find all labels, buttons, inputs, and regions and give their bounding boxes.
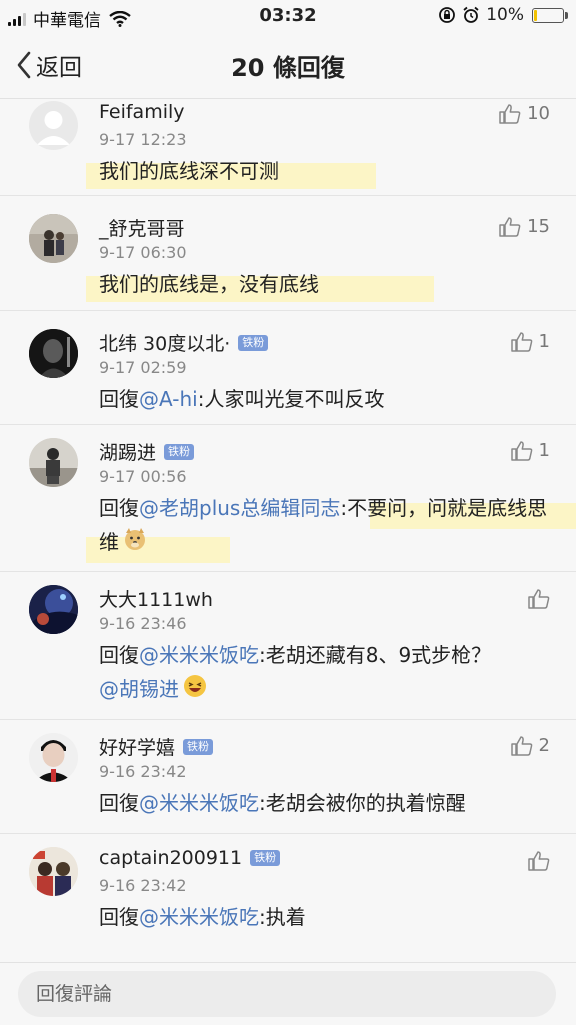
- comment-time: 9-17 02:59: [99, 358, 187, 377]
- fan-badge: 铁粉: [164, 443, 195, 460]
- avatar[interactable]: [29, 438, 78, 487]
- avatar[interactable]: [29, 585, 78, 634]
- comment-item[interactable]: 湖踢进 铁粉 9-17 00:56 1 回復@老胡plus总编辑同志:不要问，问就…: [0, 425, 576, 572]
- like-count: 10: [527, 103, 550, 124]
- doge-emoji-icon: [123, 527, 147, 561]
- comment-time: 9-16 23:46: [99, 614, 187, 633]
- comment-text: 回復@米米米饭吃:老胡还藏有8、9式步枪？ @胡锡进: [99, 638, 549, 708]
- mention-link[interactable]: @A-hi: [139, 387, 198, 411]
- comment-text: 回復@老胡plus总编辑同志:不要问，问就是底线思维: [99, 491, 549, 561]
- mention-link[interactable]: @老胡plus总编辑同志: [139, 496, 340, 520]
- alarm-icon: [463, 6, 479, 23]
- avatar[interactable]: [29, 214, 78, 263]
- comment-author[interactable]: captain200911 铁粉: [99, 847, 281, 869]
- battery-icon: [532, 7, 568, 23]
- comment-author[interactable]: _舒克哥哥: [99, 214, 185, 241]
- battery-percent: 10%: [486, 5, 524, 25]
- reply-input[interactable]: [18, 971, 556, 1017]
- thumbs-up-icon: [528, 589, 550, 609]
- laughing-emoji-icon: [183, 674, 207, 708]
- fan-badge: 铁粉: [238, 334, 269, 351]
- like-button[interactable]: 2: [510, 735, 550, 756]
- comment-time: 9-17 06:30: [99, 243, 187, 262]
- comment-time: 9-16 23:42: [99, 762, 187, 781]
- like-button[interactable]: 1: [510, 331, 550, 352]
- thumbs-up-icon: [499, 103, 521, 124]
- comment-item[interactable]: 大大1111wh 9-16 23:46 回復@米米米饭吃:老胡还藏有8、9式步枪…: [0, 572, 576, 720]
- nav-bar: 返回 20 條回復: [0, 32, 576, 99]
- like-button[interactable]: 10: [499, 103, 550, 124]
- avatar[interactable]: [29, 101, 78, 150]
- comment-author[interactable]: 好好学嬉 铁粉: [99, 733, 214, 760]
- comment-text: 回復@米米米饭吃:老胡会被你的执着惊醒: [99, 791, 466, 815]
- thumbs-up-icon: [510, 331, 532, 352]
- like-count: 1: [538, 331, 550, 352]
- comment-text: 我们的底线是，没有底线: [99, 272, 319, 296]
- like-count: 15: [527, 216, 550, 237]
- comment-item[interactable]: captain200911 铁粉 9-16 23:42 回復@米米米饭吃:执着: [0, 834, 576, 954]
- like-button[interactable]: 15: [499, 216, 550, 237]
- fan-badge: 铁粉: [250, 850, 281, 866]
- reply-bar: [0, 962, 576, 1025]
- comment-author[interactable]: 北纬 30度以北· 铁粉: [99, 329, 269, 356]
- comment-item[interactable]: Feifamily 9-17 12:23 10 我们的底线深不可测: [0, 99, 576, 196]
- thumbs-up-icon: [499, 216, 521, 237]
- comment-text: 回復@A-hi:人家叫光复不叫反攻: [99, 387, 385, 411]
- like-button[interactable]: [528, 589, 550, 609]
- thumbs-up-icon: [510, 735, 532, 756]
- like-count: 1: [538, 440, 550, 461]
- page-title: 20 條回復: [231, 54, 345, 82]
- comment-author[interactable]: 大大1111wh: [99, 585, 213, 612]
- comment-author[interactable]: Feifamily: [99, 101, 185, 123]
- comment-item[interactable]: _舒克哥哥 9-17 06:30 15 我们的底线是，没有底线: [0, 196, 576, 311]
- comment-author[interactable]: 湖踢进 铁粉: [99, 438, 195, 465]
- thumbs-up-icon: [510, 440, 532, 461]
- comment-time: 9-16 23:42: [99, 876, 187, 895]
- fan-badge: 铁粉: [183, 738, 214, 755]
- mention-link[interactable]: @米米米饭吃: [139, 905, 259, 929]
- comment-time: 9-17 00:56: [99, 467, 187, 486]
- like-button[interactable]: [528, 851, 550, 871]
- avatar[interactable]: [29, 733, 78, 782]
- comment-list: Feifamily 9-17 12:23 10 我们的底线深不可测 _舒克哥哥 …: [0, 99, 576, 954]
- mention-link[interactable]: @米米米饭吃: [139, 643, 259, 667]
- thumbs-up-icon: [528, 851, 550, 871]
- comment-text: 我们的底线深不可测: [99, 159, 279, 183]
- comment-item[interactable]: 好好学嬉 铁粉 9-16 23:42 2 回復@米米米饭吃:老胡会被你的执着惊醒: [0, 720, 576, 834]
- comment-time: 9-17 12:23: [99, 130, 187, 149]
- like-button[interactable]: 1: [510, 440, 550, 461]
- comment-item[interactable]: 北纬 30度以北· 铁粉 9-17 02:59 1 回復@A-hi:人家叫光复不叫…: [0, 311, 576, 425]
- status-bar: 中華電信 03:32 10%: [0, 0, 576, 32]
- avatar[interactable]: [29, 329, 78, 378]
- like-count: 2: [538, 735, 550, 756]
- mention-link[interactable]: @米米米饭吃: [139, 791, 259, 815]
- avatar[interactable]: [29, 847, 78, 896]
- rotation-lock-icon: [439, 7, 456, 23]
- mention-link[interactable]: @胡锡进: [99, 677, 179, 701]
- comment-text: 回復@米米米饭吃:执着: [99, 905, 306, 929]
